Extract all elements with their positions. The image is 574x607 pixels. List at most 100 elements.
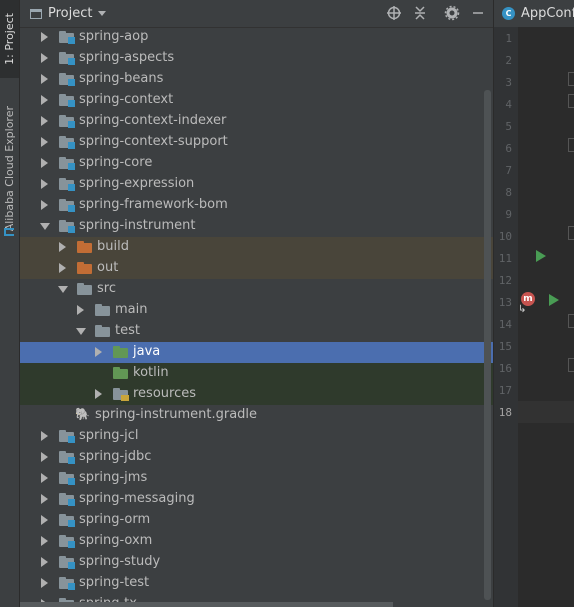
- module-folder-icon: [59, 199, 75, 212]
- editor-tab[interactable]: C AppConfi: [494, 0, 574, 28]
- line-number: 18: [498, 406, 512, 419]
- tree-row-label: spring-core: [79, 155, 153, 170]
- module-folder-icon: [59, 157, 75, 170]
- module-folder-icon: [59, 73, 75, 86]
- module-folder-icon: [59, 220, 75, 233]
- tree-row[interactable]: spring-orm: [20, 510, 493, 531]
- tree-row[interactable]: resources: [20, 384, 493, 405]
- tree-row[interactable]: spring-jcl: [20, 426, 493, 447]
- tree-row[interactable]: spring-context-indexer: [20, 111, 493, 132]
- chevron-right-icon[interactable]: [41, 32, 48, 42]
- chevron-down-icon[interactable]: [58, 286, 68, 293]
- tree-row[interactable]: spring-core: [20, 153, 493, 174]
- chevron-right-icon[interactable]: [41, 578, 48, 588]
- chevron-right-icon[interactable]: [77, 305, 84, 315]
- tree-row-label: main: [115, 302, 148, 317]
- line-number: 4: [505, 98, 512, 111]
- tree-row-label: spring-context-indexer: [79, 113, 227, 128]
- tree-row-label: resources: [133, 386, 197, 401]
- crosshair-icon[interactable]: [386, 5, 402, 21]
- resources-folder-icon: [113, 388, 129, 401]
- chevron-right-icon[interactable]: [41, 53, 48, 63]
- tree-row-label: spring-beans: [79, 71, 164, 86]
- tree-row[interactable]: out: [20, 258, 493, 279]
- project-view-selector[interactable]: Project: [30, 6, 107, 21]
- tree-row[interactable]: spring-expression: [20, 174, 493, 195]
- project-tool-tab-label: 1: Project: [3, 13, 16, 65]
- tree-row[interactable]: java: [20, 342, 493, 363]
- module-folder-icon: [59, 472, 75, 485]
- run-icon[interactable]: [536, 250, 546, 262]
- fold-marker-icon[interactable]: [568, 94, 574, 108]
- module-folder-icon: [59, 115, 75, 128]
- tree-row[interactable]: kotlin: [20, 363, 493, 384]
- project-tool-tab[interactable]: 1: Project: [0, 0, 19, 78]
- minimize-icon[interactable]: [470, 5, 486, 21]
- tree-row[interactable]: spring-test: [20, 573, 493, 594]
- chevron-down-icon[interactable]: [76, 328, 86, 335]
- chevron-right-icon[interactable]: [41, 494, 48, 504]
- chevron-right-icon[interactable]: [41, 179, 48, 189]
- alibaba-cloud-explorer-tab[interactable]: Alibaba Cloud Explorer: [0, 98, 19, 240]
- fold-marker-icon[interactable]: [568, 72, 574, 86]
- chevron-right-icon[interactable]: [41, 557, 48, 567]
- project-panel-title: Project: [48, 6, 93, 21]
- fold-marker-icon[interactable]: [568, 358, 574, 372]
- collapse-all-icon[interactable]: [412, 5, 428, 21]
- chevron-right-icon[interactable]: [95, 347, 102, 357]
- chevron-right-icon[interactable]: [41, 431, 48, 441]
- tree-row[interactable]: 🐘 spring-instrument.gradle: [20, 405, 493, 426]
- fold-marker-icon[interactable]: [568, 226, 574, 240]
- tree-row[interactable]: spring-aspects: [20, 48, 493, 69]
- tree-row[interactable]: main: [20, 300, 493, 321]
- tree-row-label: spring-aop: [79, 29, 149, 44]
- chevron-right-icon[interactable]: [59, 242, 66, 252]
- test-source-folder-icon: [113, 346, 129, 359]
- chevron-right-icon[interactable]: [41, 452, 48, 462]
- chevron-right-icon[interactable]: [41, 116, 48, 126]
- tree-row[interactable]: test: [20, 321, 493, 342]
- line-number: 6: [505, 142, 512, 155]
- editor-area: C AppConfi 1 2 3 4 5 6 7 8 9 10 11 12 13 14 15 16 17 18 m…: [494, 0, 574, 607]
- chevron-right-icon[interactable]: [41, 74, 48, 84]
- chevron-right-icon[interactable]: [41, 200, 48, 210]
- tree-row[interactable]: spring-aop: [20, 27, 493, 48]
- vertical-scrollbar[interactable]: [484, 90, 491, 600]
- run-icon[interactable]: [549, 294, 559, 306]
- chevron-down-icon[interactable]: [40, 223, 50, 230]
- class-icon: C: [502, 7, 515, 20]
- tree-row[interactable]: spring-study: [20, 552, 493, 573]
- tree-row[interactable]: spring-beans: [20, 69, 493, 90]
- tree-row[interactable]: spring-framework-bom: [20, 195, 493, 216]
- fold-marker-icon[interactable]: [568, 314, 574, 328]
- chevron-right-icon[interactable]: [41, 473, 48, 483]
- line-number: 8: [505, 186, 512, 199]
- chevron-right-icon[interactable]: [41, 536, 48, 546]
- chevron-right-icon[interactable]: [41, 158, 48, 168]
- tree-row[interactable]: spring-instrument: [20, 216, 493, 237]
- module-folder-icon: [59, 94, 75, 107]
- gear-icon[interactable]: [444, 5, 460, 21]
- line-number: 13: [498, 296, 512, 309]
- chevron-down-icon: [98, 11, 107, 16]
- tree-row-label: test: [115, 323, 140, 338]
- tree-row[interactable]: spring-oxm: [20, 531, 493, 552]
- chevron-right-icon[interactable]: [41, 137, 48, 147]
- tree-row[interactable]: spring-context: [20, 90, 493, 111]
- line-number: 1: [505, 32, 512, 45]
- tree-row[interactable]: spring-context-support: [20, 132, 493, 153]
- fold-marker-icon[interactable]: [568, 138, 574, 152]
- tree-row[interactable]: build: [20, 237, 493, 258]
- cloud-icon: [4, 228, 14, 236]
- chevron-right-icon[interactable]: [41, 515, 48, 525]
- chevron-right-icon[interactable]: [59, 263, 66, 273]
- horizontal-scrollbar[interactable]: [20, 602, 393, 607]
- tree-row[interactable]: spring-jms: [20, 468, 493, 489]
- tree-row[interactable]: src: [20, 279, 493, 300]
- tree-row[interactable]: spring-jdbc: [20, 447, 493, 468]
- chevron-right-icon[interactable]: [95, 389, 102, 399]
- tree-row[interactable]: spring-messaging: [20, 489, 493, 510]
- chevron-right-icon[interactable]: [41, 95, 48, 105]
- module-folder-icon: [59, 577, 75, 590]
- tree-row-label: spring-instrument: [79, 218, 196, 233]
